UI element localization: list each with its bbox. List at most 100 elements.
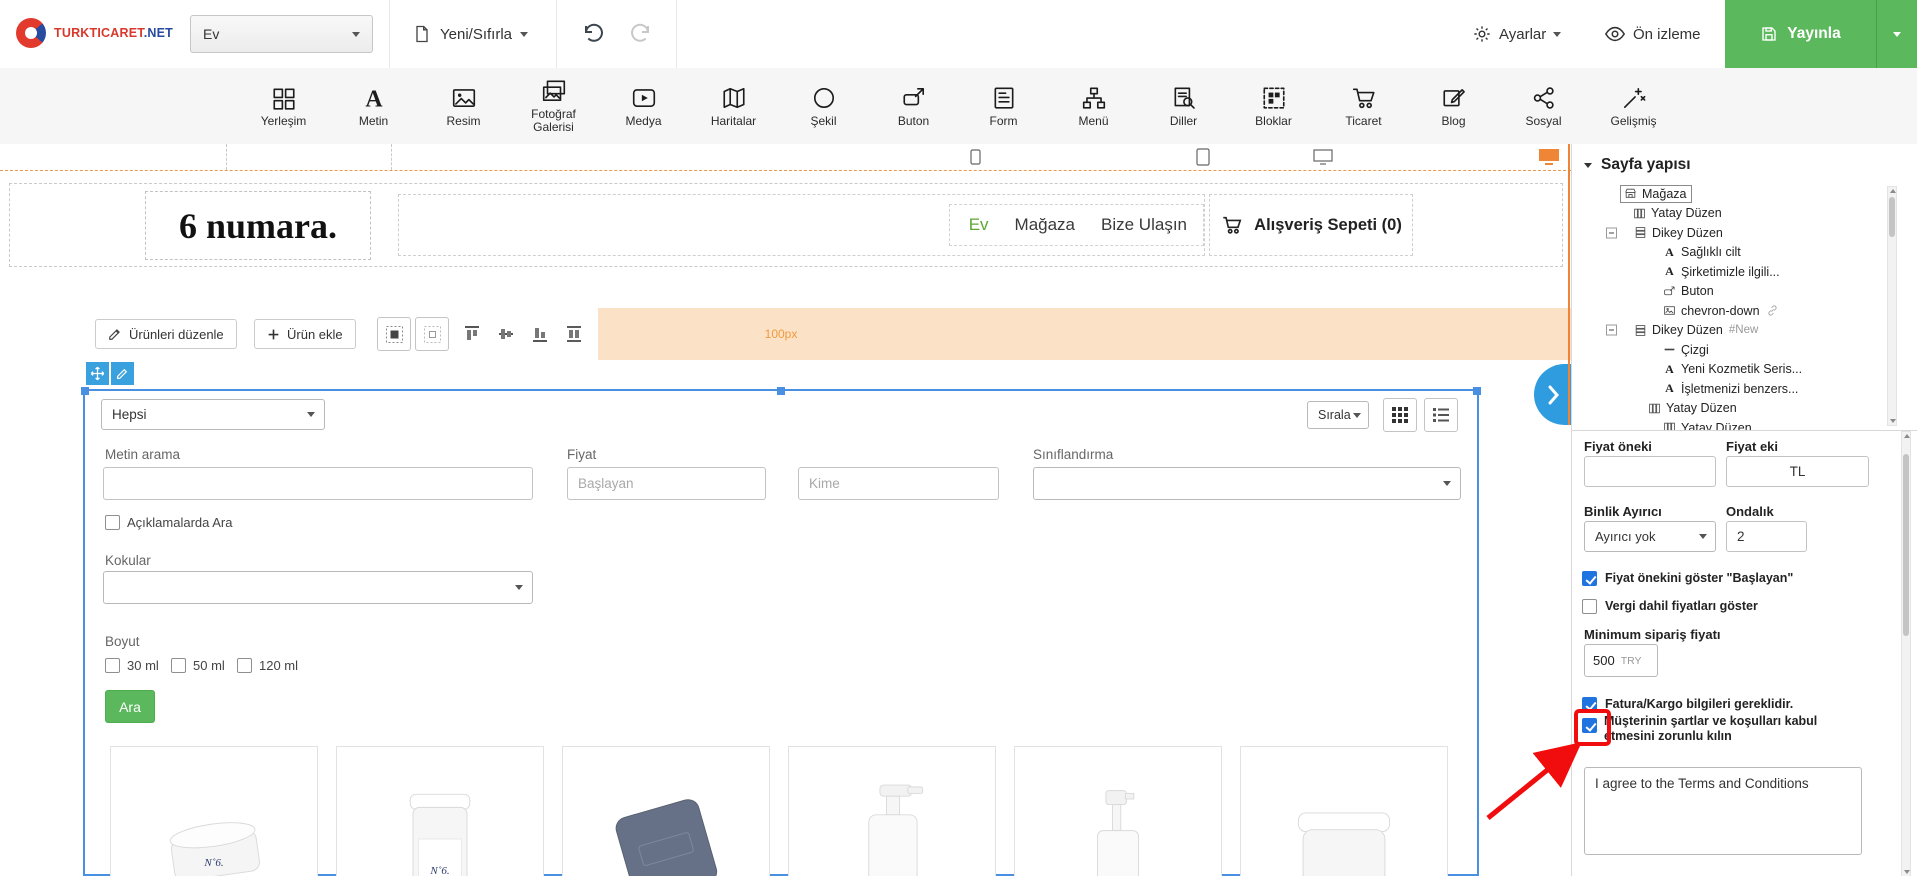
toolbar-item-yerlesim[interactable]: Yerleşim (239, 68, 329, 144)
show-price-prefix-checkbox[interactable]: Fiyat önekini göster "Başlayan" (1582, 571, 1793, 586)
price-to-input[interactable] (798, 467, 999, 500)
tree-item-cizgi[interactable]: Çizgi (1572, 340, 1917, 360)
toolbar-item-resim[interactable]: Resim (419, 68, 509, 144)
phone-breakpoint-icon[interactable] (970, 149, 981, 165)
undo-button[interactable] (576, 17, 610, 51)
search-button[interactable]: Ara (105, 690, 155, 723)
properties-scrollbar[interactable] (1901, 431, 1911, 876)
redo-button[interactable] (624, 17, 658, 51)
tablet-breakpoint-icon[interactable] (1196, 148, 1210, 166)
page-selector[interactable]: Ev (190, 15, 373, 53)
site-nav-menu[interactable]: Ev Mağaza Bize Ulaşın (949, 204, 1204, 246)
nav-link-store[interactable]: Mağaza (1015, 215, 1075, 235)
checkbox-checked[interactable] (1582, 697, 1597, 712)
nav-link-contact[interactable]: Bize Ulaşın (1101, 215, 1187, 235)
toolbar-item-bloklar[interactable]: Bloklar (1229, 68, 1319, 144)
product-list-block[interactable]: Hepsi Sırala Metin arama Fiyat Sınıfland… (81, 387, 1481, 876)
grid-view-button[interactable] (1383, 398, 1417, 432)
product-card[interactable] (562, 746, 770, 876)
checkbox[interactable] (1582, 599, 1597, 614)
tree-item-dikey-duzen[interactable]: Dikey Düzen (1572, 223, 1917, 243)
site-header-section[interactable]: 6 numara. Ev Mağaza Bize Ulaşın Alışveri… (9, 183, 1563, 267)
resize-handle[interactable] (1473, 387, 1481, 395)
settings-button[interactable]: Ayarlar (1472, 0, 1562, 68)
page-structure-header[interactable]: Sayfa yapısı (1572, 144, 1917, 180)
add-product-button[interactable]: Ürün ekle (254, 319, 356, 349)
toolbar-item-sosyal[interactable]: Sosyal (1499, 68, 1589, 144)
classification-select[interactable] (1033, 467, 1461, 500)
product-card[interactable] (788, 746, 996, 876)
toolbar-item-form[interactable]: Form (959, 68, 1049, 144)
toolbar-item-ticaret[interactable]: Ticaret (1319, 68, 1409, 144)
tree-item-magaza[interactable]: Mağaza (1572, 184, 1917, 204)
move-element-handle[interactable] (86, 362, 109, 385)
tree-item-isletmenizi[interactable]: A İşletmenizi benzers... (1572, 379, 1917, 399)
align-bottom-icon[interactable] (531, 325, 549, 343)
scrollbar-thumb[interactable] (1889, 197, 1895, 237)
resize-handle[interactable] (777, 387, 785, 395)
publish-button[interactable]: Yayınla (1725, 0, 1917, 68)
sort-dropdown[interactable]: Sırala (1307, 401, 1369, 429)
size-120ml-checkbox[interactable]: 120 ml (237, 658, 298, 673)
structure-scrollbar[interactable] (1887, 186, 1897, 426)
distribute-icon[interactable] (565, 325, 583, 343)
terms-text-input[interactable]: I agree to the Terms and Conditions (1584, 767, 1862, 855)
min-order-input[interactable]: 500 TRY (1584, 644, 1658, 677)
new-reset-button[interactable]: Yeni/Sıfırla (404, 0, 536, 68)
tree-item-saglikli-cilt[interactable]: A Sağlıklı cilt (1572, 243, 1917, 263)
text-search-input[interactable] (103, 467, 533, 500)
terms-required-label-row[interactable]: Müşterinin şartlar ve koşulları kabul et… (1604, 714, 1860, 744)
price-from-input[interactable] (567, 467, 766, 500)
scroll-up-icon[interactable] (1890, 189, 1896, 193)
toolbar-item-metin[interactable]: A Metin (329, 68, 419, 144)
product-card[interactable] (1240, 746, 1448, 876)
size-30ml-checkbox[interactable]: 30 ml (105, 658, 159, 673)
size-50ml-checkbox[interactable]: 50 ml (171, 658, 225, 673)
publish-main[interactable]: Yayınla (1725, 0, 1876, 68)
price-suffix-input[interactable] (1726, 456, 1869, 487)
scrollbar-thumb[interactable] (1903, 454, 1909, 636)
tree-item-dikey-duzen-new[interactable]: Dikey Düzen #New (1572, 321, 1917, 341)
tree-item-yatay-duzen-2[interactable]: Yatay Düzen (1572, 399, 1917, 419)
search-in-descriptions-checkbox[interactable]: Açıklamalarda Ara (105, 515, 233, 530)
toolbar-item-diller[interactable]: Diller (1139, 68, 1229, 144)
active-breakpoint-icon[interactable] (1538, 148, 1560, 165)
toolbar-item-gelismis[interactable]: Gelişmiş (1589, 68, 1679, 144)
align-top-icon[interactable] (463, 325, 481, 343)
edit-element-handle[interactable] (111, 362, 134, 385)
tree-item-yatay-duzen[interactable]: Yatay Düzen (1572, 204, 1917, 224)
tree-item-sirketimizle[interactable]: A Şirketimizle ilgili... (1572, 262, 1917, 282)
collapse-toggle[interactable] (1606, 324, 1617, 336)
edit-products-button[interactable]: Ürünleri düzenle (95, 319, 237, 349)
nav-link-home[interactable]: Ev (969, 215, 989, 235)
cart-widget[interactable]: Alışveriş Sepeti (0) (1209, 194, 1413, 256)
resize-handle[interactable] (81, 387, 89, 395)
tree-item-yeni-kozmetik[interactable]: A Yeni Kozmetik Seris... (1572, 360, 1917, 380)
tree-item-buton[interactable]: Buton (1572, 282, 1917, 302)
align-middle-icon[interactable] (497, 325, 515, 343)
site-logo[interactable]: 6 numara. (145, 191, 371, 260)
terms-required-checkbox[interactable] (1582, 718, 1597, 733)
scroll-down-icon[interactable] (1890, 419, 1896, 423)
toolbar-item-fotograf-galerisi[interactable]: Fotoğraf Galerisi (509, 68, 599, 144)
decimal-input[interactable] (1726, 521, 1807, 552)
price-prefix-input[interactable] (1584, 456, 1716, 487)
preview-button[interactable]: Ön izleme (1604, 0, 1701, 68)
toolbar-item-medya[interactable]: Medya (599, 68, 689, 144)
margin-settings-button[interactable] (377, 317, 411, 351)
site-nav-container[interactable]: Ev Mağaza Bize Ulaşın (398, 194, 1205, 256)
billing-required-checkbox[interactable]: Fatura/Kargo bilgileri gereklidir. (1582, 697, 1793, 712)
product-card[interactable]: N˚6. (336, 746, 544, 876)
tax-included-checkbox[interactable]: Vergi dahil fiyatları göster (1582, 599, 1758, 614)
collapse-toggle[interactable] (1606, 227, 1617, 239)
checkbox[interactable] (105, 515, 120, 530)
scroll-up-icon[interactable] (1904, 434, 1910, 438)
panel-toggle-tab[interactable] (1534, 364, 1571, 425)
tree-item-chevron-down[interactable]: chevron-down (1572, 301, 1917, 321)
checkbox-checked[interactable] (1582, 718, 1597, 733)
toolbar-item-blog[interactable]: Blog (1409, 68, 1499, 144)
checkbox[interactable] (237, 658, 252, 673)
desktop-breakpoint-icon[interactable] (1313, 149, 1333, 165)
toolbar-item-buton[interactable]: Buton (869, 68, 959, 144)
toolbar-item-haritalar[interactable]: Haritalar (689, 68, 779, 144)
